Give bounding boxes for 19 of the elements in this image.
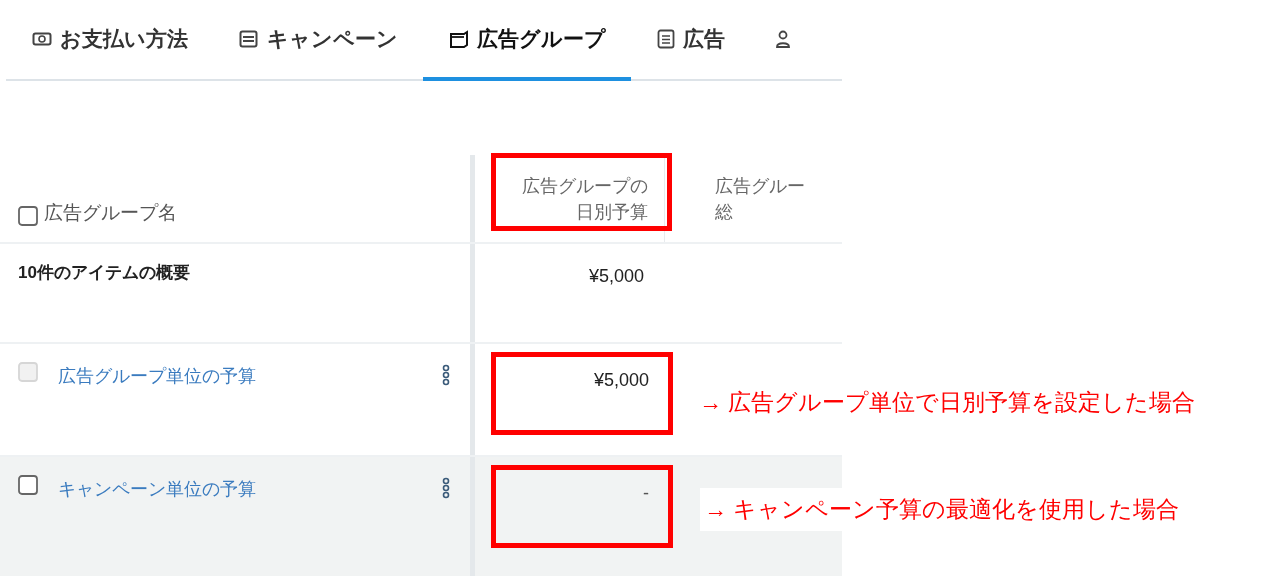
table-cell: ¥5,000	[593, 370, 649, 390]
summary-label: 10件のアイテムの概要	[18, 263, 190, 282]
column-header: 広告グループ名	[44, 201, 177, 225]
tab[interactable]: 広告グループ	[423, 0, 631, 81]
checkbox[interactable]	[18, 206, 38, 226]
document-icon	[657, 28, 675, 49]
column-header: 広告グループの 日別予算	[522, 176, 648, 222]
checkbox[interactable]	[18, 475, 38, 495]
more-options-icon[interactable]	[442, 477, 450, 499]
table-cell: -	[643, 483, 649, 503]
table-cell: ¥5,000	[588, 266, 644, 286]
folder-icon	[449, 29, 469, 48]
tab[interactable]: キャンペーン	[213, 0, 423, 81]
wallet-icon	[32, 30, 52, 47]
card-icon	[239, 29, 259, 48]
ad-group-link[interactable]: キャンペーン単位の予算	[58, 475, 256, 501]
tab[interactable]: 広告	[631, 0, 750, 81]
tab[interactable]: お支払い方法	[6, 0, 213, 81]
column-header: 広告グルー 総	[715, 176, 805, 222]
